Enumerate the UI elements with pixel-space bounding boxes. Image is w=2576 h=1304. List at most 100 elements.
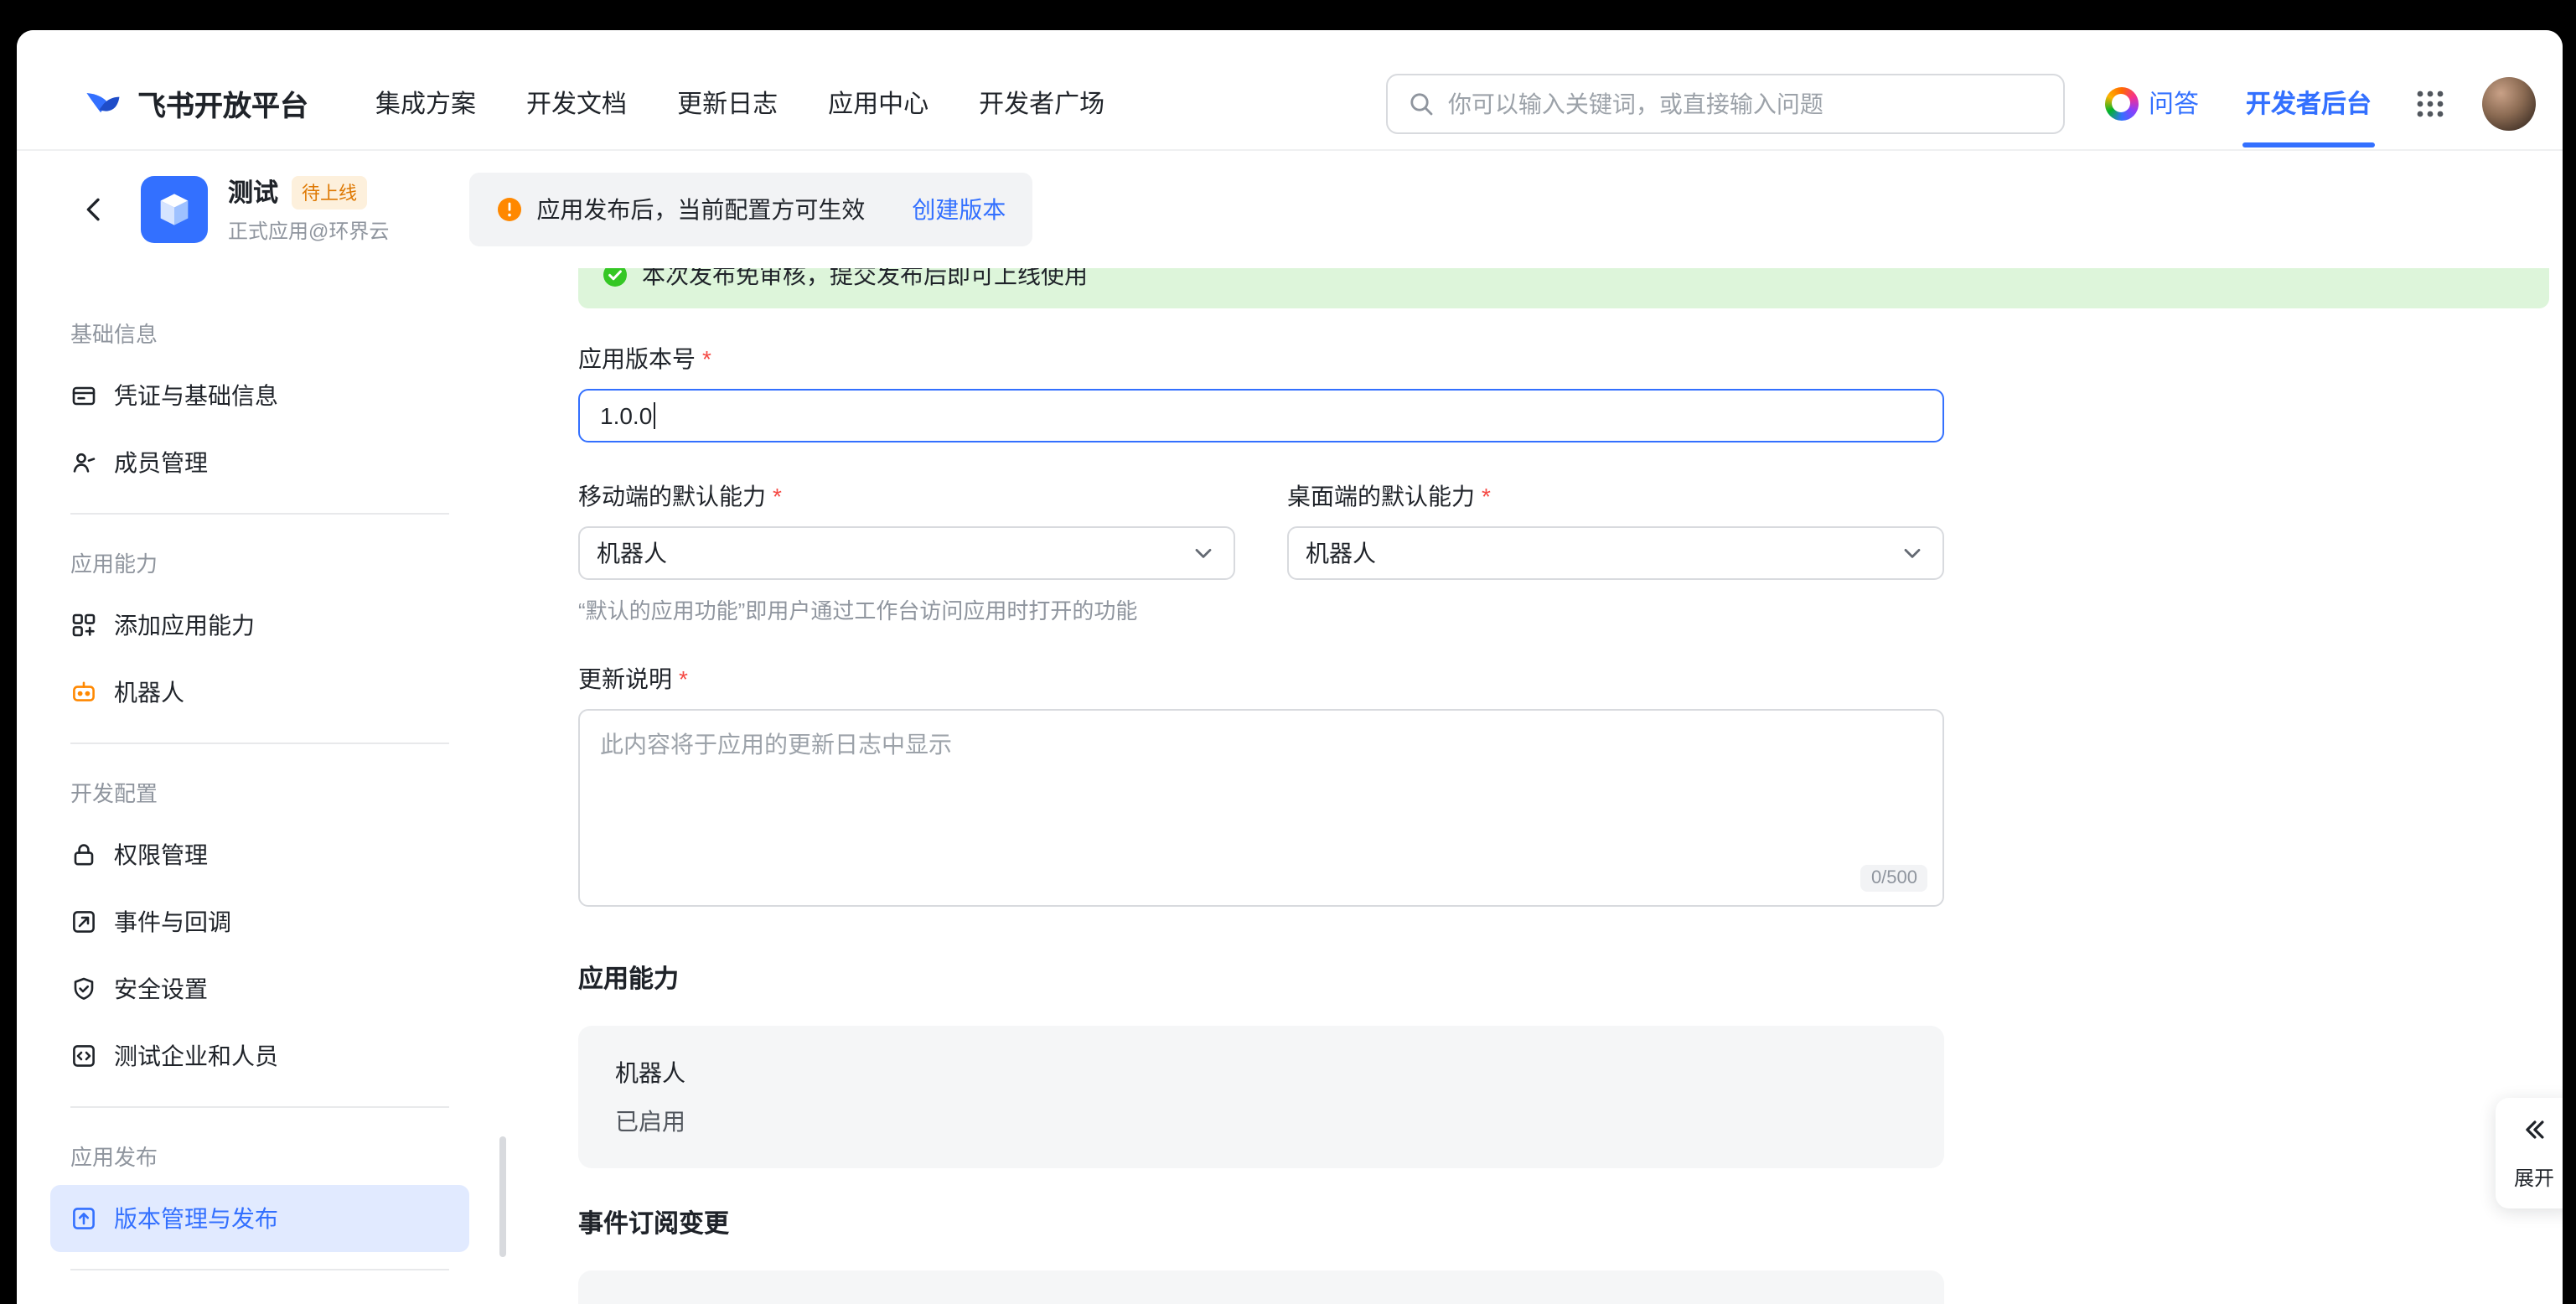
- sidebar-section-title: 运营监控: [50, 1287, 469, 1304]
- brand-title: 飞书开放平台: [137, 82, 308, 124]
- page: 飞书开放平台 集成方案 开发文档 更新日志 应用中心 开发者广场 问答: [0, 0, 2576, 1304]
- member-icon: [70, 449, 97, 476]
- feishu-logo-icon: [80, 81, 124, 125]
- sidebar-item-bot[interactable]: 机器人: [50, 659, 469, 726]
- sidebar-item-label: 凭证与基础信息: [114, 379, 278, 412]
- nav-item-changelog[interactable]: 更新日志: [677, 85, 778, 121]
- check-circle-icon: [602, 268, 628, 288]
- sidebar-section-title: 开发配置: [50, 761, 469, 821]
- sidebar-scrollbar[interactable]: [499, 1136, 506, 1257]
- required-mark: *: [1482, 483, 1491, 510]
- rainbow-ring-icon: [2105, 86, 2139, 120]
- sidebar-item-label: 成员管理: [114, 446, 208, 479]
- version-input[interactable]: 1.0.0: [578, 389, 1944, 442]
- publish-notice-banner: 应用发布后，当前配置方可生效 创建版本: [469, 173, 1032, 246]
- sidebar-item-label: 添加应用能力: [114, 608, 255, 642]
- sidebar-item-credentials[interactable]: 凭证与基础信息: [50, 362, 469, 429]
- release-arrow-icon: [70, 1205, 97, 1232]
- sidebar-item-label: 测试企业和人员: [114, 1039, 278, 1073]
- nav-item-appcenter[interactable]: 应用中心: [828, 85, 928, 121]
- sidebar-section-title: 应用能力: [50, 531, 469, 592]
- sidebar-section-title: 基础信息: [50, 302, 469, 362]
- status-badge: 待上线: [292, 175, 367, 209]
- sidebar-item-label: 机器人: [114, 675, 184, 709]
- tab-developer-console[interactable]: 开发者后台: [2246, 85, 2372, 121]
- desktop-capability-field: 桌面端的默认能力* 机器人: [1287, 479, 1944, 580]
- chevron-down-icon: [1899, 540, 1926, 567]
- capability-name: 机器人: [615, 1056, 1907, 1089]
- version-label: 应用版本号*: [578, 342, 1944, 375]
- update-notes-label: 更新说明*: [578, 662, 1944, 696]
- grid-apps-icon[interactable]: [2415, 88, 2445, 118]
- qa-label: 问答: [2149, 85, 2199, 121]
- app-identity: 测试 待上线 正式应用@环界云: [228, 174, 389, 245]
- sidebar-item-security[interactable]: 安全设置: [50, 955, 469, 1022]
- capability-section-title: 应用能力: [578, 960, 1944, 996]
- header-right: 问答 开发者后台: [2105, 76, 2536, 130]
- update-notes-textarea[interactable]: [578, 709, 1944, 907]
- chevron-left-icon: [77, 193, 111, 226]
- sidebar-divider: [70, 1106, 449, 1108]
- sidebar-divider: [70, 1269, 449, 1270]
- nav-item-docs[interactable]: 开发文档: [526, 85, 627, 121]
- sidebar-item-add-capability[interactable]: 添加应用能力: [50, 592, 469, 659]
- desktop-capability-select[interactable]: 机器人: [1287, 526, 1944, 580]
- mobile-capability-value: 机器人: [597, 536, 667, 570]
- sidebar-item-test-org[interactable]: 测试企业和人员: [50, 1022, 469, 1089]
- expand-panel-button[interactable]: 展开: [2496, 1098, 2563, 1208]
- nav-item-devsquare[interactable]: 开发者广场: [979, 85, 1104, 121]
- double-chevron-left-icon: [2519, 1115, 2549, 1145]
- sidebar-item-version-release[interactable]: 版本管理与发布: [50, 1185, 469, 1252]
- default-capability-row: 移动端的默认能力* 机器人 桌面端的默认能力* 机器人: [578, 479, 1944, 580]
- credential-card-icon: [70, 382, 97, 409]
- sidebar-item-permissions[interactable]: 权限管理: [50, 821, 469, 888]
- success-banner-text: 本次发布免审核，提交发布后即可上线使用: [642, 268, 1088, 292]
- version-value: 1.0.0: [600, 402, 652, 429]
- sidebar-item-label: 事件与回调: [114, 905, 231, 939]
- search-input[interactable]: [1448, 90, 2043, 116]
- success-banner: 本次发布免审核，提交发布后即可上线使用: [578, 268, 2549, 308]
- sidebar-item-events[interactable]: 事件与回调: [50, 888, 469, 955]
- security-shield-icon: [70, 975, 97, 1002]
- mobile-capability-select[interactable]: 机器人: [578, 526, 1235, 580]
- sidebar-divider: [70, 743, 449, 744]
- desktop-capability-label: 桌面端的默认能力*: [1287, 479, 1944, 513]
- sidebar-item-members[interactable]: 成员管理: [50, 429, 469, 496]
- required-mark: *: [702, 345, 711, 372]
- mobile-capability-field: 移动端的默认能力* 机器人: [578, 479, 1235, 580]
- main-nav: 集成方案 开发文档 更新日志 应用中心 开发者广场: [375, 85, 1104, 121]
- char-counter: 0/500: [1861, 865, 1927, 892]
- text-caret: [654, 402, 655, 429]
- add-capability-icon: [70, 612, 97, 639]
- expand-label: 展开: [2496, 1163, 2563, 1192]
- qa-link[interactable]: 问答: [2105, 85, 2199, 121]
- sidebar-item-label: 安全设置: [114, 972, 208, 1006]
- search-box[interactable]: [1386, 73, 2065, 133]
- back-button[interactable]: [74, 189, 114, 230]
- capability-hint: “默认的应用功能”即用户通过工作台访问应用时打开的功能: [578, 593, 1944, 625]
- update-notes-field: 更新说明* 0/500: [578, 662, 1944, 907]
- sidebar-item-label: 版本管理与发布: [114, 1202, 278, 1235]
- create-version-link[interactable]: 创建版本: [912, 193, 1006, 226]
- top-navbar: 飞书开放平台 集成方案 开发文档 更新日志 应用中心 开发者广场 问答: [17, 30, 2563, 151]
- app-meta: 正式应用@环界云: [228, 216, 389, 245]
- sidebar: 基础信息 凭证与基础信息 成员管理 应用能力 添加应用能力: [50, 268, 469, 1304]
- events-section-title: 事件订阅变更: [578, 1205, 1944, 1240]
- sidebar-item-label: 权限管理: [114, 838, 208, 872]
- sidebar-divider: [70, 513, 449, 515]
- required-mark: *: [679, 665, 688, 692]
- test-code-icon: [70, 1043, 97, 1069]
- avatar[interactable]: [2482, 76, 2536, 130]
- permission-lock-icon: [70, 841, 97, 868]
- brand[interactable]: 飞书开放平台: [80, 81, 308, 125]
- nav-item-integration[interactable]: 集成方案: [375, 85, 476, 121]
- robot-icon: [70, 679, 97, 706]
- sidebar-section-title: 应用发布: [50, 1125, 469, 1185]
- notice-text: 应用发布后，当前配置方可生效: [536, 193, 865, 226]
- required-mark: *: [773, 483, 782, 510]
- desktop-capability-value: 机器人: [1306, 536, 1376, 570]
- mobile-capability-label: 移动端的默认能力*: [578, 479, 1235, 513]
- release-form: 应用版本号* 1.0.0 移动端的默认能力* 机器人: [578, 342, 1944, 1304]
- chevron-down-icon: [1190, 540, 1217, 567]
- app-cube-icon: [141, 176, 208, 243]
